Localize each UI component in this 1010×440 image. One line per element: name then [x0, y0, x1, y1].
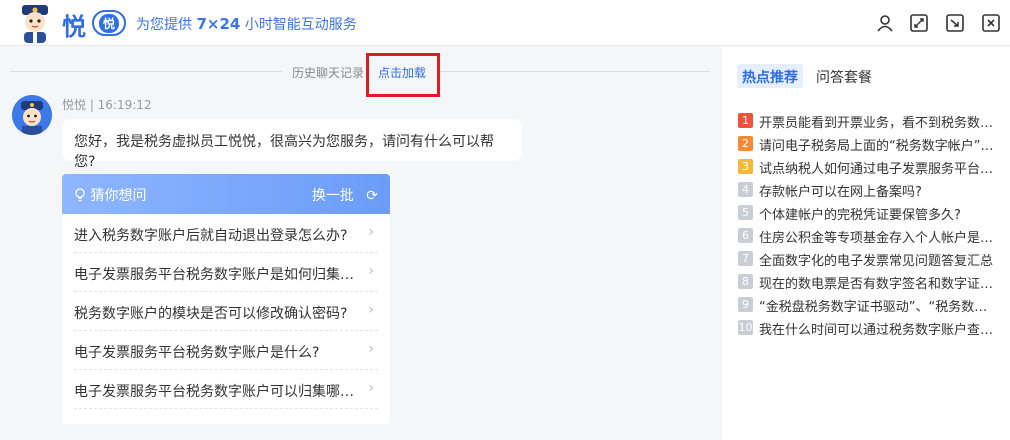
bulb-icon: [75, 188, 85, 202]
service-slogan: 为您提供 7×24 小时智能互动服务: [136, 14, 357, 34]
hot-item[interactable]: 4 存款帐户可以在网上备案吗?: [738, 179, 1000, 201]
hot-question: 存款帐户可以在网上备案吗?: [759, 185, 922, 200]
guess-item[interactable]: 电子发票服务平台税务数字账户是什么? ›: [74, 331, 378, 370]
guess-title: 猜你想问: [74, 185, 146, 205]
mascot-logo: [16, 3, 54, 43]
guess-question: 税务数字账户的模块是否可以修改确认密码?: [74, 306, 348, 322]
chevron-right-icon: ›: [368, 341, 374, 357]
refresh-label: 换一批: [311, 188, 354, 204]
rank-badge: 3: [738, 159, 753, 174]
rank-badge: 10: [738, 320, 753, 335]
history-label: 历史聊天记录: [292, 66, 365, 80]
history-divider: 历史聊天记录 点击加载: [10, 61, 710, 81]
guess-header: 猜你想问 换一批 ⟳: [62, 174, 390, 214]
hot-item[interactable]: 8 现在的数电票是否有数字签名和数字证书？: [738, 271, 1000, 293]
hot-question: “金税盘税务数字证书驱动”、“税务数字证书”: [759, 300, 999, 315]
hot-question: 请问电子税务局上面的“税务数字帐户”在哪里？: [759, 139, 999, 154]
message-meta: 悦悦 | 16:19:12: [62, 98, 152, 112]
guess-item[interactable]: 税务数字账户的模块是否可以修改确认密码? ›: [74, 292, 378, 331]
hot-item[interactable]: 5 个体建帐户的完税凭证要保管多久?: [738, 202, 1000, 224]
hot-item[interactable]: 7 全面数字化的电子发票常见问题答复汇总: [738, 248, 1000, 270]
export-icon[interactable]: [944, 12, 966, 34]
hot-question: 全面数字化的电子发票常见问题答复汇总: [759, 254, 994, 269]
expand-icon[interactable]: [908, 12, 930, 34]
rank-badge: 9: [738, 297, 753, 312]
hot-question: 个体建帐户的完税凭证要保管多久?: [759, 208, 961, 223]
chevron-right-icon: ›: [368, 224, 374, 240]
assistant-avatar: [12, 95, 52, 135]
guess-item[interactable]: 进入税务数字账户后就自动退出登录怎么办? ›: [74, 214, 378, 253]
brand-badge-label: 悦: [98, 13, 119, 33]
rank-badge: 1: [738, 113, 753, 128]
refresh-button[interactable]: 换一批 ⟳: [312, 185, 378, 205]
rank-badge: 8: [738, 274, 753, 289]
guess-question: 电子发票服务平台税务数字账户是如何归集发票的？: [74, 267, 360, 283]
brand-name: 悦: [62, 13, 87, 41]
hot-panel: 热点推荐 问答套餐 1 开票员能看到开票业务，看不到税务数字账户怎么办？ 2 请问电…: [722, 47, 1010, 440]
guess-card: 猜你想问 换一批 ⟳ 进入税务数字账户后就自动退出登录怎么办? › 电子发票服务平…: [62, 174, 390, 424]
chat-area: 历史聊天记录 点击加载 悦悦 | 16:19:12 您好，我是税务虚拟员工悦悦，…: [0, 47, 722, 440]
guess-question: 电子发票服务平台税务数字账户可以归集哪些发票？: [74, 384, 360, 400]
rank-badge: 4: [738, 182, 753, 197]
rank-badge: 5: [738, 205, 753, 220]
greeting-bubble: 您好，我是税务虚拟员工悦悦，很高兴为您服务，请问有什么可以帮您?: [62, 119, 522, 170]
slogan-prefix: 为您提供: [136, 17, 197, 33]
user-icon[interactable]: [874, 12, 896, 34]
hot-item[interactable]: 6 住房公积金等专项基金存入个人帐户是否缴纳个税？: [738, 225, 1000, 247]
guess-title-text: 猜你想问: [90, 188, 147, 204]
tab-qa-package[interactable]: 问答套餐: [811, 64, 877, 88]
highlight-annotation: [366, 53, 440, 97]
header-bar: 悦 悦 为您提供 7×24 小时智能互动服务: [0, 0, 1010, 46]
hot-item[interactable]: 1 开票员能看到开票业务，看不到税务数字账户怎么办？: [738, 110, 1000, 132]
rank-badge: 7: [738, 251, 753, 266]
hot-question: 我在什么时间可以通过税务数字账户查询发票？: [759, 323, 999, 338]
hot-question: 现在的数电票是否有数字签名和数字证书？: [759, 277, 999, 292]
hot-item[interactable]: 3 试点纳税人如何通过电子发票服务平台开具发票？: [738, 156, 1000, 178]
hot-item[interactable]: 10 我在什么时间可以通过税务数字账户查询发票？: [738, 317, 1000, 339]
hot-item[interactable]: 2 请问电子税务局上面的“税务数字帐户”在哪里？: [738, 133, 1000, 155]
hot-question: 试点纳税人如何通过电子发票服务平台开具发票？: [759, 162, 999, 177]
hot-item[interactable]: 9 “金税盘税务数字证书驱动”、“税务数字证书”: [738, 294, 1000, 316]
divider-line-right: [440, 71, 710, 72]
hot-question: 开票员能看到开票业务，看不到税务数字账户怎么办？: [759, 116, 999, 131]
slogan-suffix: 小时智能互动服务: [240, 17, 357, 33]
rank-badge: 6: [738, 228, 753, 243]
tab-hot-recommend[interactable]: 热点推荐: [737, 64, 803, 88]
close-icon[interactable]: [980, 12, 1002, 34]
chevron-right-icon: ›: [368, 302, 374, 318]
guess-question: 电子发票服务平台税务数字账户是什么?: [74, 345, 320, 361]
guess-item[interactable]: 电子发票服务平台税务数字账户是如何归集发票的？ ›: [74, 253, 378, 292]
slogan-hours: 7×24: [196, 15, 241, 33]
hot-question: 住房公积金等专项基金存入个人帐户是否缴纳个税？: [759, 231, 999, 246]
guess-question: 进入税务数字账户后就自动退出登录怎么办?: [74, 228, 348, 244]
chevron-right-icon: ›: [368, 263, 374, 279]
chevron-right-icon: ›: [368, 380, 374, 396]
brand-badge: 悦: [92, 10, 126, 36]
guess-item[interactable]: 电子发票服务平台税务数字账户可以归集哪些发票？ ›: [74, 370, 378, 409]
rank-badge: 2: [738, 136, 753, 151]
refresh-icon: ⟳: [366, 188, 378, 204]
divider-line-left: [10, 71, 282, 72]
